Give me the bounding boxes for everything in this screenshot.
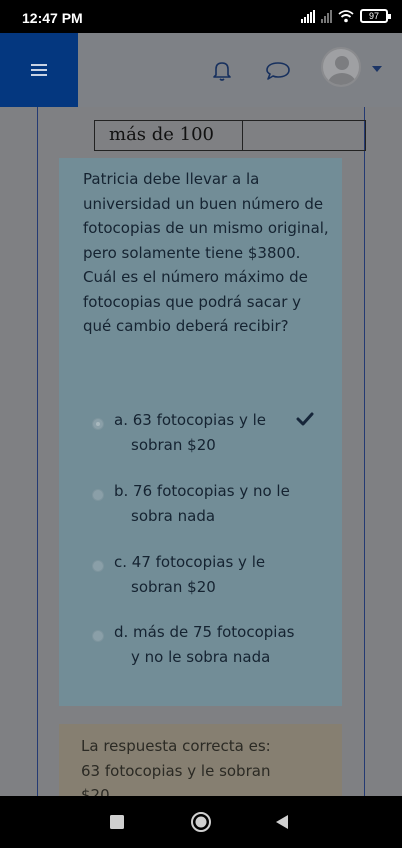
option-label-line1: d. más de 75 fotocopias	[114, 623, 295, 641]
top-header	[0, 33, 402, 107]
wifi-icon	[338, 9, 354, 22]
page-border-right	[364, 107, 365, 796]
feedback-box: La respuesta correcta es: 63 fotocopias …	[59, 724, 342, 796]
status-time: 12:47 PM	[22, 10, 83, 26]
radio-button[interactable]	[92, 630, 104, 642]
quiz-page: más de 100 Patricia debe llevar a la uni…	[0, 107, 402, 796]
option-label-line2: sobran $20	[131, 578, 216, 596]
recent-apps-icon[interactable]	[110, 815, 124, 829]
page-border-left	[37, 107, 38, 796]
battery-icon: 97	[360, 9, 391, 23]
back-icon[interactable]	[275, 814, 289, 830]
option-label-line2: sobra nada	[131, 507, 216, 525]
system-nav-bar	[0, 796, 402, 848]
cell-signal-icon	[301, 9, 315, 23]
chat-bubble-icon[interactable]	[265, 61, 291, 81]
check-icon	[296, 412, 314, 426]
option-label-line1: a. 63 fotocopias y le	[114, 411, 267, 429]
option-label-line1: c. 47 fotocopias y le	[114, 553, 266, 571]
question-box: Patricia debe llevar a la universidad un…	[59, 158, 342, 706]
app-screen: más de 100 Patricia debe llevar a la uni…	[0, 33, 402, 796]
chevron-down-icon[interactable]	[372, 66, 382, 72]
radio-button[interactable]	[92, 489, 104, 501]
menu-button[interactable]	[0, 33, 78, 107]
table-cell: más de 100	[95, 121, 243, 150]
question-text: Patricia debe llevar a la universidad un…	[83, 170, 329, 335]
feedback-heading: La respuesta correcta es:	[81, 737, 271, 755]
data-table-fragment: más de 100	[94, 109, 366, 151]
status-bar: 12:47 PM 97	[0, 0, 402, 33]
status-icons: 97	[301, 9, 391, 23]
bell-icon[interactable]	[212, 59, 232, 81]
feedback-answer: 63 fotocopias y le sobran	[81, 762, 271, 780]
table-row: más de 100	[94, 120, 366, 151]
option-label-line2: y no le sobra nada	[131, 648, 271, 666]
radio-button[interactable]	[92, 560, 104, 572]
cell-signal-secondary-icon	[321, 9, 332, 23]
radio-button[interactable]	[92, 418, 104, 430]
user-avatar[interactable]	[321, 47, 361, 87]
option-label-line1: b. 76 fotocopias y no le	[114, 482, 290, 500]
feedback-answer-cont: $20	[81, 786, 110, 796]
home-icon[interactable]	[190, 811, 212, 833]
option-label-line2: sobran $20	[131, 436, 216, 454]
hamburger-icon	[31, 61, 47, 79]
